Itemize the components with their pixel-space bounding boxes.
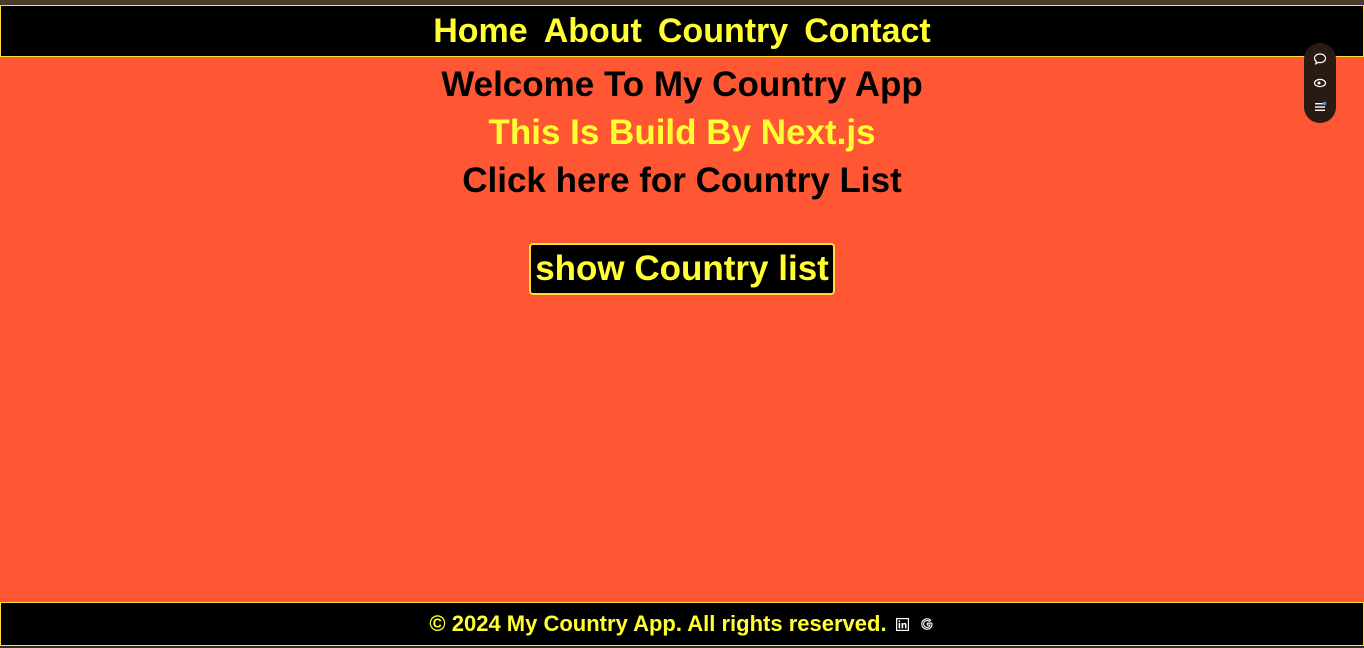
- nav-country-link[interactable]: Country: [658, 14, 788, 48]
- eye-icon[interactable]: [1311, 74, 1329, 92]
- nav-contact-link[interactable]: Contact: [804, 14, 931, 48]
- country-list-prompt: Click here for Country List: [462, 161, 902, 200]
- chat-bubble-icon[interactable]: [1311, 50, 1329, 68]
- google-icon[interactable]: [919, 616, 935, 632]
- subtitle-heading: This Is Build By Next.js: [488, 113, 876, 152]
- nav-about-link[interactable]: About: [544, 14, 642, 48]
- linkedin-icon[interactable]: [895, 616, 911, 632]
- main-content: Welcome To My Country App This Is Build …: [0, 57, 1364, 295]
- nav-home-link[interactable]: Home: [433, 14, 527, 48]
- list-icon[interactable]: [1311, 98, 1329, 116]
- floating-toolbar: [1304, 43, 1336, 123]
- show-country-list-button[interactable]: show Country list: [529, 243, 835, 295]
- navbar: Home About Country Contact: [0, 5, 1364, 57]
- copyright-text: © 2024 My Country App. All rights reserv…: [429, 611, 887, 636]
- welcome-heading: Welcome To My Country App: [441, 65, 923, 104]
- footer: © 2024 My Country App. All rights reserv…: [0, 602, 1364, 646]
